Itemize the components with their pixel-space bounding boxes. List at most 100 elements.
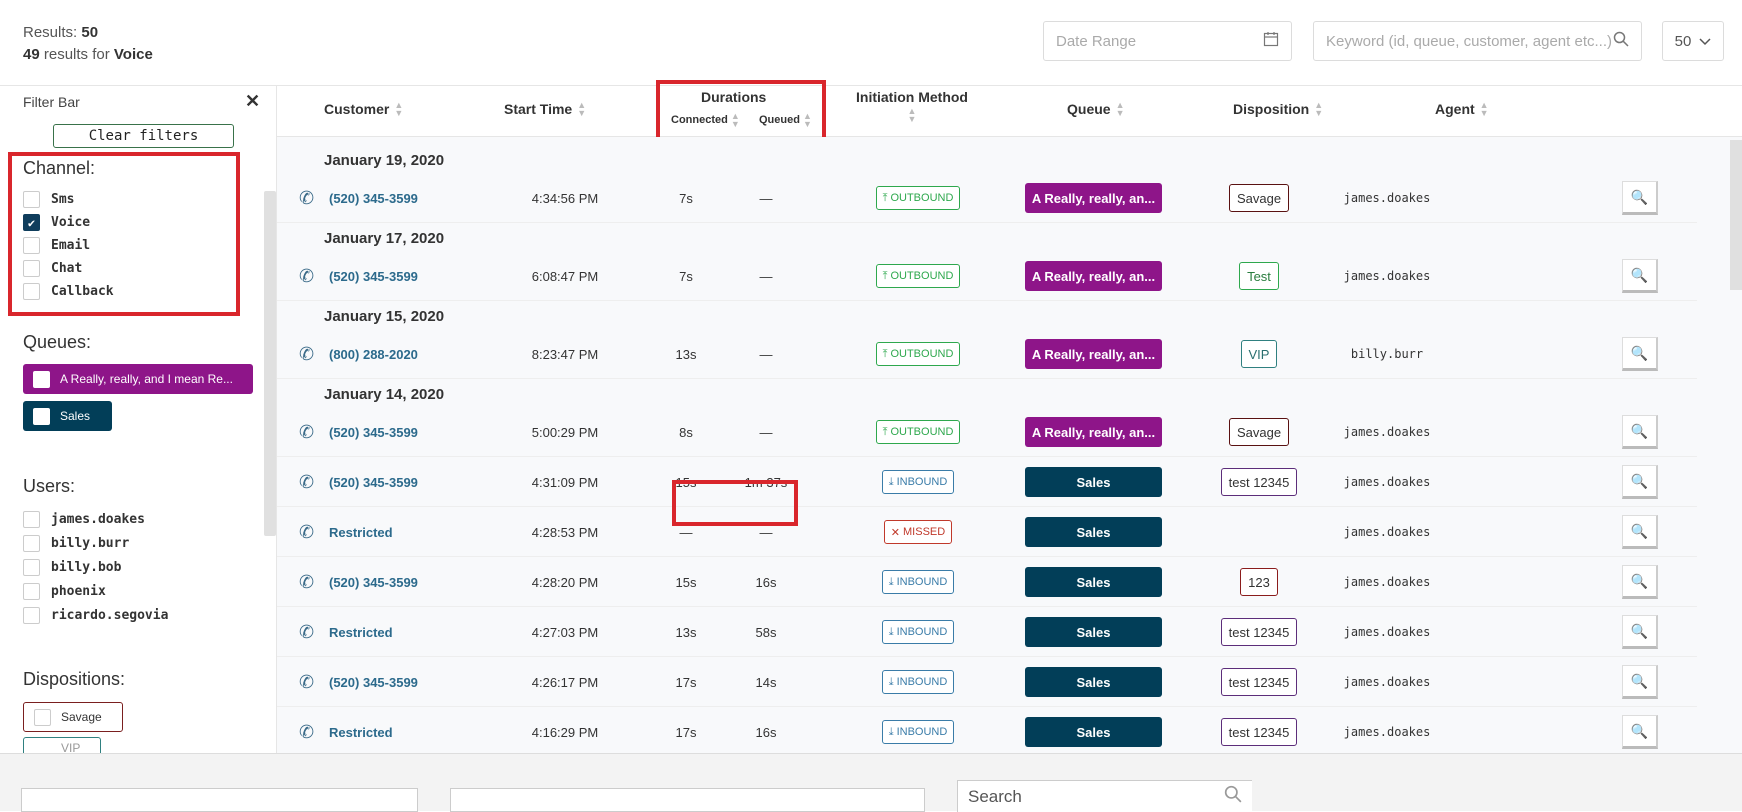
checkbox[interactable] [34,708,51,726]
column-header-disposition[interactable]: Disposition ▲ ▼ [1233,101,1323,118]
bottom-field[interactable] [450,788,925,812]
table-row[interactable]: ✆ (520) 345-3599 4:26:17 PM 17s 14s ⤓ INB… [277,657,1697,707]
disposition-filter-savage[interactable]: Savage [23,702,123,732]
table-row[interactable]: ✆ (520) 345-3599 4:28:20 PM 15s 16s ⤓ INB… [277,557,1697,607]
table-row[interactable]: ✆ (520) 345-3599 4:34:56 PM 7s — ⤒ OUTBOU… [277,173,1697,223]
magnifier-icon: 🔍 [1630,344,1649,361]
checkbox[interactable] [23,559,40,576]
checkbox[interactable] [23,535,40,552]
column-header-start-time[interactable]: Start Time ▲ ▼ [504,101,586,118]
initiation-badge: ⤓ INBOUND [881,720,955,744]
view-details-button[interactable]: 🔍 [1622,565,1658,599]
chevron-down-icon [1699,33,1711,50]
queue-badge: Sales [1025,667,1162,697]
checkbox[interactable] [33,407,50,425]
sort-icon[interactable]: ▲ ▼ [394,101,403,118]
queue-filter-really[interactable]: A Really, really, and I mean Re... [23,364,253,394]
customer-link[interactable]: (520) 345-3599 [329,251,418,301]
view-details-button[interactable]: 🔍 [1622,615,1658,649]
initiation-badge: ⤒ OUTBOUND [875,420,961,444]
column-header-initiation-method[interactable]: Initiation Method ▲ ▼ [856,89,968,124]
bottom-panel: Search [0,753,1742,812]
outbound-icon: ⤒ [882,269,888,282]
column-header-customer[interactable]: Customer ▲ ▼ [324,101,403,118]
date-group-header: January 17, 2020 [324,229,445,247]
user-option-james-doakes[interactable]: james.doakes [23,511,145,528]
disposition-badge: Savage [1228,418,1290,446]
view-details-button[interactable]: 🔍 [1622,259,1658,293]
initiation-badge: ⤓ INBOUND [881,670,955,694]
phone-icon: ✆ [299,187,315,208]
customer-link[interactable]: (520) 345-3599 [329,407,418,457]
checkbox[interactable] [23,511,40,528]
view-details-button[interactable]: 🔍 [1622,465,1658,499]
sort-icon[interactable]: ▲ ▼ [577,101,586,118]
user-option-ricardo-segovia[interactable]: ricardo.segovia [23,607,168,624]
view-details-button[interactable]: 🔍 [1622,181,1658,215]
phone-icon: ✆ [299,471,315,492]
view-details-button[interactable]: 🔍 [1622,415,1658,449]
view-details-button[interactable]: 🔍 [1622,665,1658,699]
checkbox[interactable] [33,370,50,388]
table-row[interactable]: ✆ Restricted 4:28:53 PM — — ✕ MISSED Sale… [277,507,1697,557]
user-option-phoenix[interactable]: phoenix [23,583,106,600]
search-icon[interactable] [1224,785,1242,808]
channel-highlight-box [8,152,240,316]
search-icon[interactable] [1613,31,1629,52]
customer-link[interactable]: (520) 345-3599 [329,557,418,607]
customer-link[interactable]: (520) 345-3599 [329,657,418,707]
queue-badge: Sales [1025,517,1162,547]
table-row[interactable]: ✆ Restricted 4:16:29 PM 17s 16s ⤓ INBOUND… [277,707,1697,757]
view-details-button[interactable]: 🔍 [1622,337,1658,371]
bottom-search-input[interactable]: Search [957,780,1252,812]
initiation-badge: ⤓ INBOUND [881,620,955,644]
bottom-text-input[interactable] [21,788,418,812]
disposition-badge: Savage [1228,184,1290,212]
view-details-button[interactable]: 🔍 [1622,515,1658,549]
customer-link[interactable]: (520) 345-3599 [329,457,418,507]
queue-filter-sales[interactable]: Sales [23,401,112,431]
initiation-badge: ⤓ INBOUND [881,570,955,594]
table-row[interactable]: ✆ (520) 345-3599 5:00:29 PM 8s — ⤒ OUTBOU… [277,407,1697,457]
user-option-billy-burr[interactable]: billy.burr [23,535,129,552]
initiation-badge: ⤒ OUTBOUND [875,186,961,210]
sort-icon[interactable]: ▲ ▼ [1116,101,1125,118]
close-icon[interactable]: ✕ [245,91,260,112]
user-option-billy-bob[interactable]: billy.bob [23,559,121,576]
sort-icon[interactable]: ▲ ▼ [1480,101,1489,118]
customer-link[interactable]: (520) 345-3599 [329,173,418,223]
sort-icon[interactable]: ▲ ▼ [908,107,917,124]
magnifier-icon: 🔍 [1630,672,1649,689]
disposition-badge: test 12345 [1220,718,1298,746]
customer-link[interactable]: Restricted [329,607,393,657]
sort-icon[interactable]: ▲ ▼ [1314,101,1323,118]
table-row[interactable]: ✆ (520) 345-3599 6:08:47 PM 7s — ⤒ OUTBOU… [277,251,1697,301]
page-size-select[interactable]: 50 [1662,21,1724,61]
disposition-filter-vip[interactable]: VIP [23,737,101,753]
column-header-queue[interactable]: Queue ▲ ▼ [1067,101,1125,118]
phone-icon: ✆ [299,421,315,442]
sidebar-scrollbar[interactable] [264,191,276,536]
customer-link[interactable]: Restricted [329,707,393,757]
date-range-input[interactable]: Date Range [1043,21,1292,61]
calendar-icon [1263,31,1279,52]
column-header-agent[interactable]: Agent ▲ ▼ [1435,101,1489,118]
customer-link[interactable]: Restricted [329,507,393,557]
magnifier-icon: 🔍 [1630,266,1649,283]
table-row[interactable]: ✆ (520) 345-3599 4:31:09 PM 15s 1m 37s ⤓… [277,457,1697,507]
disposition-badge: Test [1239,262,1279,290]
clear-filters-button[interactable]: Clear filters [53,124,234,148]
table-scrollbar[interactable] [1730,140,1742,290]
keyword-search-input[interactable]: Keyword (id, queue, customer, agent etc.… [1313,21,1642,61]
view-details-button[interactable]: 🔍 [1622,715,1658,749]
checkbox[interactable] [34,741,51,753]
date-group-header: January 15, 2020 [324,307,445,325]
checkbox[interactable] [23,607,40,624]
table-row[interactable]: ✆ Restricted 4:27:03 PM 13s 58s ⤓ INBOUND… [277,607,1697,657]
magnifier-icon: 🔍 [1630,472,1649,489]
customer-link[interactable]: (800) 288-2020 [329,329,418,379]
checkbox[interactable] [23,583,40,600]
table-row[interactable]: ✆ (800) 288-2020 8:23:47 PM 13s — ⤒ OUTBO… [277,329,1697,379]
initiation-badge: ⤒ OUTBOUND [875,264,961,288]
queue-badge: A Really, really, an... [1025,339,1162,369]
